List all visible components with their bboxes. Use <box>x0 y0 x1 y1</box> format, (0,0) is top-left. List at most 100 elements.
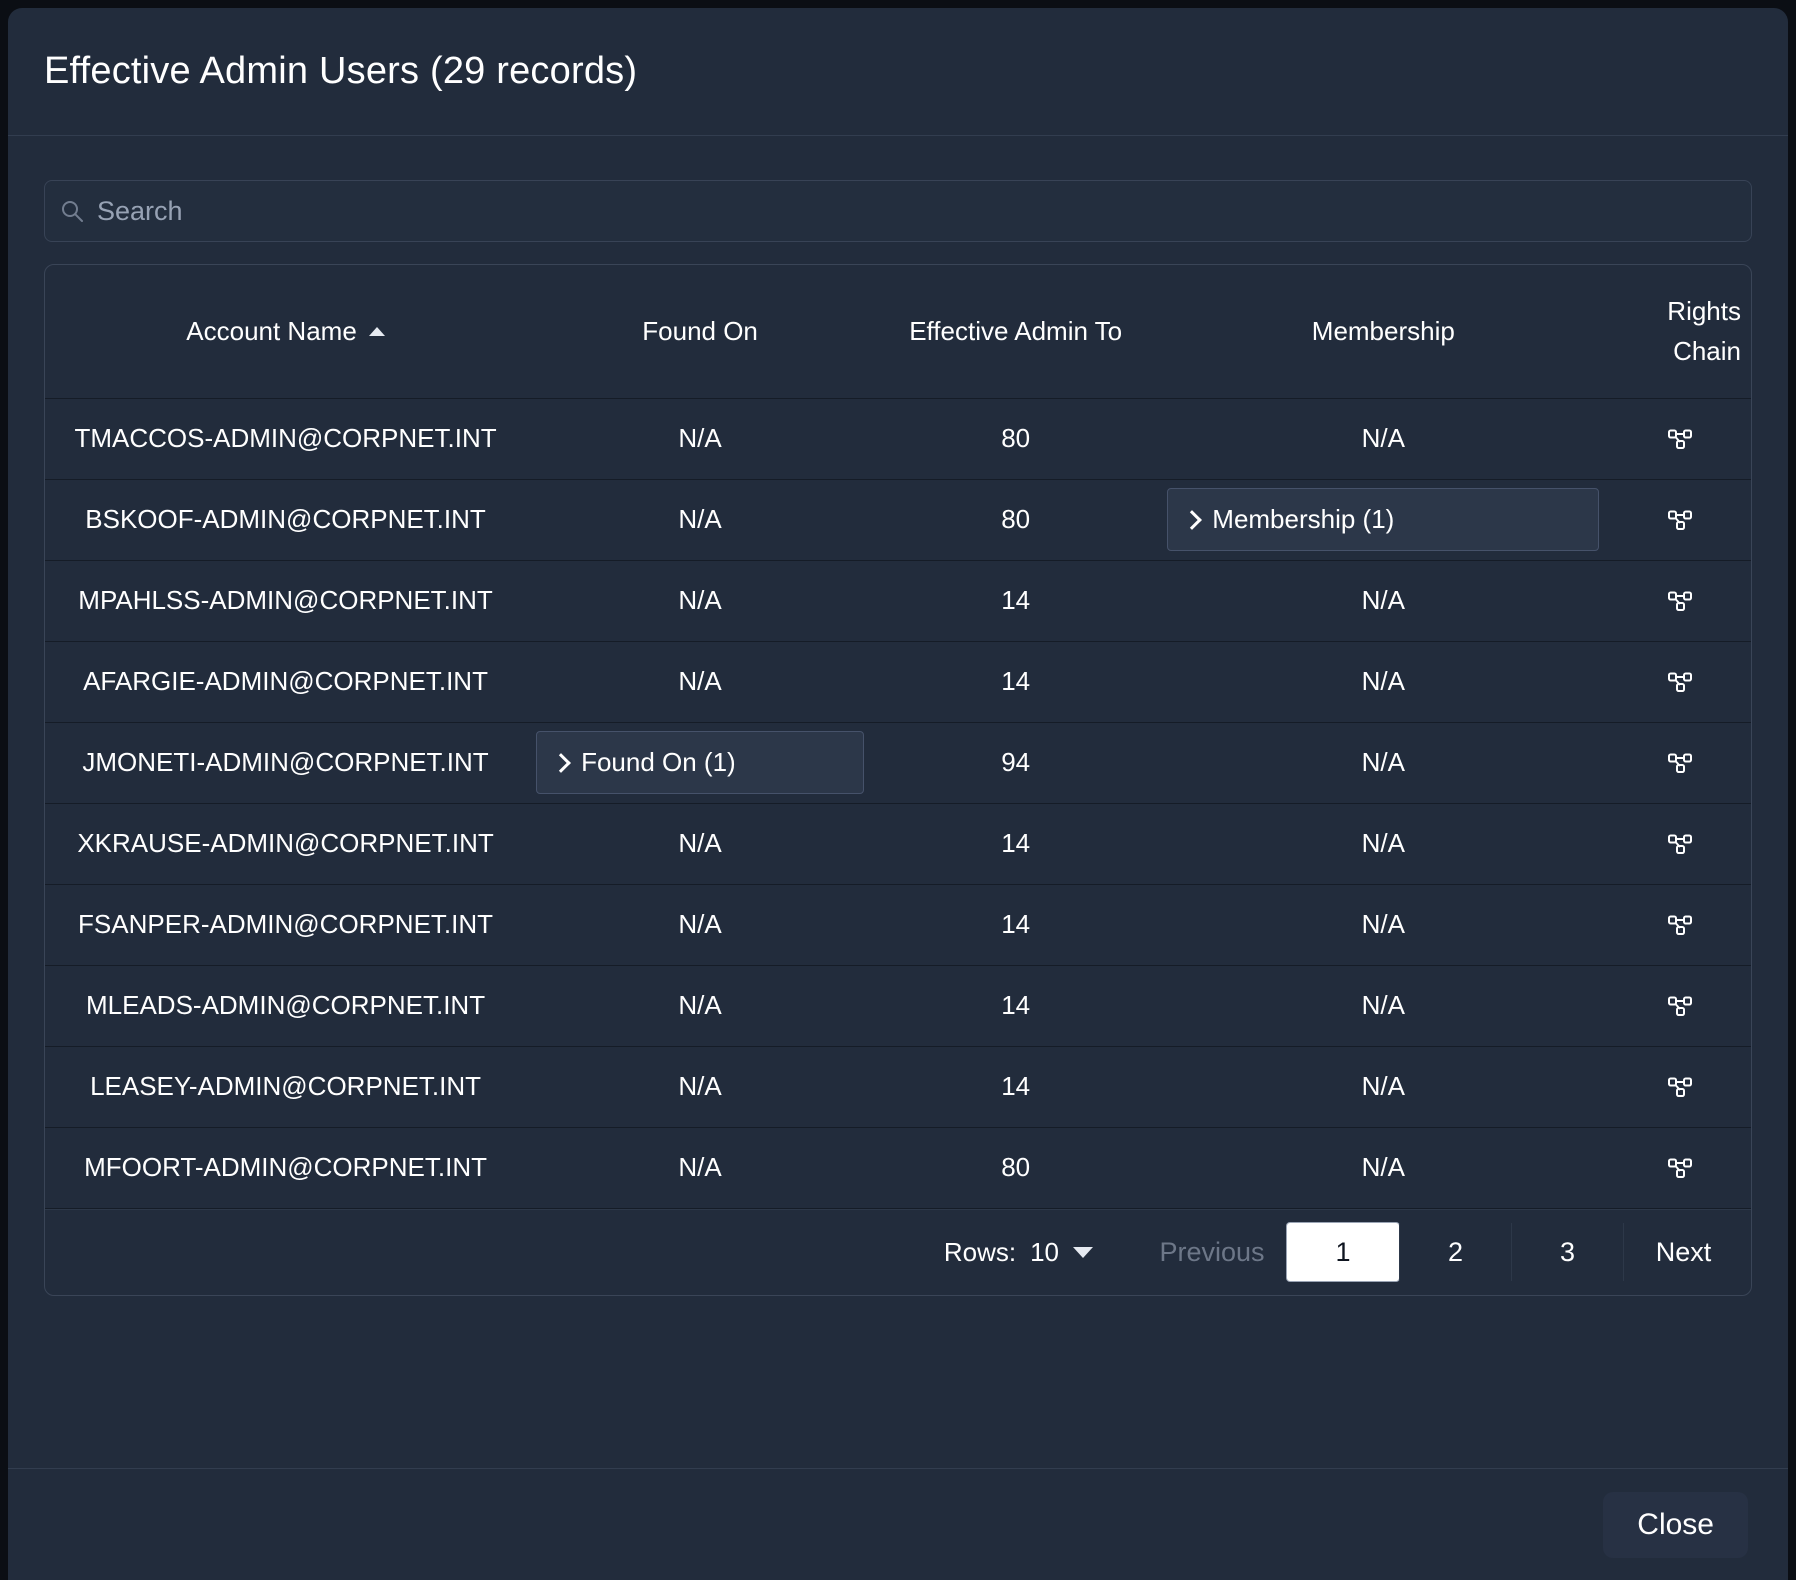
rights-chain-icon[interactable] <box>1665 990 1695 1020</box>
results-table-card: Account Name Found On Effective Admin To… <box>44 264 1752 1296</box>
cell-membership: N/A <box>1157 560 1609 641</box>
table-row[interactable]: AFARGIE-ADMIN@CORPNET.INTN/A14N/A <box>45 641 1751 722</box>
cell-account-name: MPAHLSS-ADMIN@CORPNET.INT <box>45 560 526 641</box>
chevron-down-icon <box>1073 1247 1093 1258</box>
search-icon <box>59 198 85 224</box>
rights-chain-icon[interactable] <box>1665 585 1695 615</box>
cell-membership: N/A <box>1157 803 1609 884</box>
cell-effective-admin-to: 80 <box>874 398 1157 479</box>
modal-backdrop: Effective Admin Users (29 records) <box>0 0 1796 1580</box>
table-row[interactable]: MFOORT-ADMIN@CORPNET.INTN/A80N/A <box>45 1127 1751 1208</box>
cell-account-name: AFARGIE-ADMIN@CORPNET.INT <box>45 641 526 722</box>
rights-chain-icon[interactable] <box>1665 909 1695 939</box>
cell-account-name: LEASEY-ADMIN@CORPNET.INT <box>45 1046 526 1127</box>
table-row[interactable]: BSKOOF-ADMIN@CORPNET.INTN/A80 Membership … <box>45 479 1751 560</box>
column-header-rights-chain[interactable]: Rights Chain <box>1609 265 1751 398</box>
cell-found-on: N/A <box>526 479 874 560</box>
cell-rights-chain <box>1609 560 1751 641</box>
rights-chain-icon[interactable] <box>1665 666 1695 696</box>
cell-found-on: N/A <box>526 1046 874 1127</box>
cell-account-name: TMACCOS-ADMIN@CORPNET.INT <box>45 398 526 479</box>
cell-account-name: MLEADS-ADMIN@CORPNET.INT <box>45 965 526 1046</box>
table-row[interactable]: LEASEY-ADMIN@CORPNET.INTN/A14N/A <box>45 1046 1751 1127</box>
search-box[interactable] <box>44 180 1752 242</box>
cell-membership: N/A <box>1157 398 1609 479</box>
membership-expand-chip[interactable]: Membership (1) <box>1167 488 1599 551</box>
cell-rights-chain <box>1609 479 1751 560</box>
column-header-account-name-label: Account Name <box>186 316 357 346</box>
cell-membership: N/A <box>1157 1046 1609 1127</box>
column-header-account-name[interactable]: Account Name <box>45 265 526 398</box>
cell-found-on: Found On (1) <box>526 722 874 803</box>
membership-chip-label: Membership (1) <box>1212 503 1394 536</box>
cell-effective-admin-to: 80 <box>874 1127 1157 1208</box>
dialog-header: Effective Admin Users (29 records) <box>8 8 1788 136</box>
cell-found-on: N/A <box>526 641 874 722</box>
table-row[interactable]: MPAHLSS-ADMIN@CORPNET.INTN/A14N/A <box>45 560 1751 641</box>
rights-chain-icon[interactable] <box>1665 423 1695 453</box>
column-header-effective-admin-to[interactable]: Effective Admin To <box>874 265 1157 398</box>
cell-effective-admin-to: 14 <box>874 1046 1157 1127</box>
cell-rights-chain <box>1609 1046 1751 1127</box>
pagination-bar: Rows: 10 Previous 1 2 3 Next <box>45 1209 1751 1295</box>
table-row[interactable]: XKRAUSE-ADMIN@CORPNET.INTN/A14N/A <box>45 803 1751 884</box>
rights-chain-icon[interactable] <box>1665 1152 1695 1182</box>
dialog-footer: Close <box>8 1468 1788 1580</box>
cell-found-on: N/A <box>526 560 874 641</box>
sort-ascending-icon <box>369 327 385 336</box>
found-on-expand-chip[interactable]: Found On (1) <box>536 731 864 794</box>
rows-per-page-value: 10 <box>1030 1237 1059 1268</box>
effective-admin-users-table: Account Name Found On Effective Admin To… <box>45 265 1751 1209</box>
cell-membership: N/A <box>1157 965 1609 1046</box>
cell-rights-chain <box>1609 965 1751 1046</box>
cell-account-name: JMONETI-ADMIN@CORPNET.INT <box>45 722 526 803</box>
cell-rights-chain <box>1609 803 1751 884</box>
cell-found-on: N/A <box>526 1127 874 1208</box>
rows-per-page-label: Rows: <box>944 1237 1016 1268</box>
page-button-2[interactable]: 2 <box>1399 1223 1511 1281</box>
cell-account-name: XKRAUSE-ADMIN@CORPNET.INT <box>45 803 526 884</box>
effective-admin-users-dialog: Effective Admin Users (29 records) <box>8 8 1788 1580</box>
cell-membership: N/A <box>1157 641 1609 722</box>
cell-membership: N/A <box>1157 1127 1609 1208</box>
cell-account-name: FSANPER-ADMIN@CORPNET.INT <box>45 884 526 965</box>
previous-page-button[interactable]: Previous <box>1137 1223 1287 1281</box>
cell-membership: Membership (1) <box>1157 479 1609 560</box>
cell-membership: N/A <box>1157 884 1609 965</box>
close-button[interactable]: Close <box>1603 1492 1748 1558</box>
rights-chain-icon[interactable] <box>1665 747 1695 777</box>
cell-account-name: MFOORT-ADMIN@CORPNET.INT <box>45 1127 526 1208</box>
column-header-found-on[interactable]: Found On <box>526 265 874 398</box>
cell-rights-chain <box>1609 1127 1751 1208</box>
cell-effective-admin-to: 14 <box>874 884 1157 965</box>
rows-per-page-select[interactable]: 10 <box>1030 1237 1093 1268</box>
table-row[interactable]: TMACCOS-ADMIN@CORPNET.INTN/A80N/A <box>45 398 1751 479</box>
rights-chain-icon[interactable] <box>1665 828 1695 858</box>
column-header-membership[interactable]: Membership <box>1157 265 1609 398</box>
cell-effective-admin-to: 14 <box>874 965 1157 1046</box>
cell-effective-admin-to: 14 <box>874 560 1157 641</box>
table-row[interactable]: FSANPER-ADMIN@CORPNET.INTN/A14N/A <box>45 884 1751 965</box>
table-row[interactable]: JMONETI-ADMIN@CORPNET.INT Found On (1) 94N… <box>45 722 1751 803</box>
cell-rights-chain <box>1609 398 1751 479</box>
rights-chain-icon[interactable] <box>1665 504 1695 534</box>
cell-account-name: BSKOOF-ADMIN@CORPNET.INT <box>45 479 526 560</box>
cell-effective-admin-to: 80 <box>874 479 1157 560</box>
page-button-1[interactable]: 1 <box>1287 1223 1399 1281</box>
cell-membership: N/A <box>1157 722 1609 803</box>
page-button-3[interactable]: 3 <box>1511 1223 1623 1281</box>
chevron-right-icon <box>1184 508 1200 532</box>
table-body: TMACCOS-ADMIN@CORPNET.INTN/A80N/ABSKOOF-… <box>45 398 1751 1208</box>
cell-found-on: N/A <box>526 803 874 884</box>
rights-chain-icon[interactable] <box>1665 1071 1695 1101</box>
chevron-right-icon <box>553 751 569 775</box>
found-on-chip-label: Found On (1) <box>581 746 736 779</box>
next-page-button[interactable]: Next <box>1623 1223 1751 1281</box>
cell-effective-admin-to: 14 <box>874 803 1157 884</box>
cell-effective-admin-to: 94 <box>874 722 1157 803</box>
cell-found-on: N/A <box>526 965 874 1046</box>
table-row[interactable]: MLEADS-ADMIN@CORPNET.INTN/A14N/A <box>45 965 1751 1046</box>
table-header-row: Account Name Found On Effective Admin To… <box>45 265 1751 398</box>
search-input[interactable] <box>97 196 1737 227</box>
page-title: Effective Admin Users (29 records) <box>44 50 637 93</box>
